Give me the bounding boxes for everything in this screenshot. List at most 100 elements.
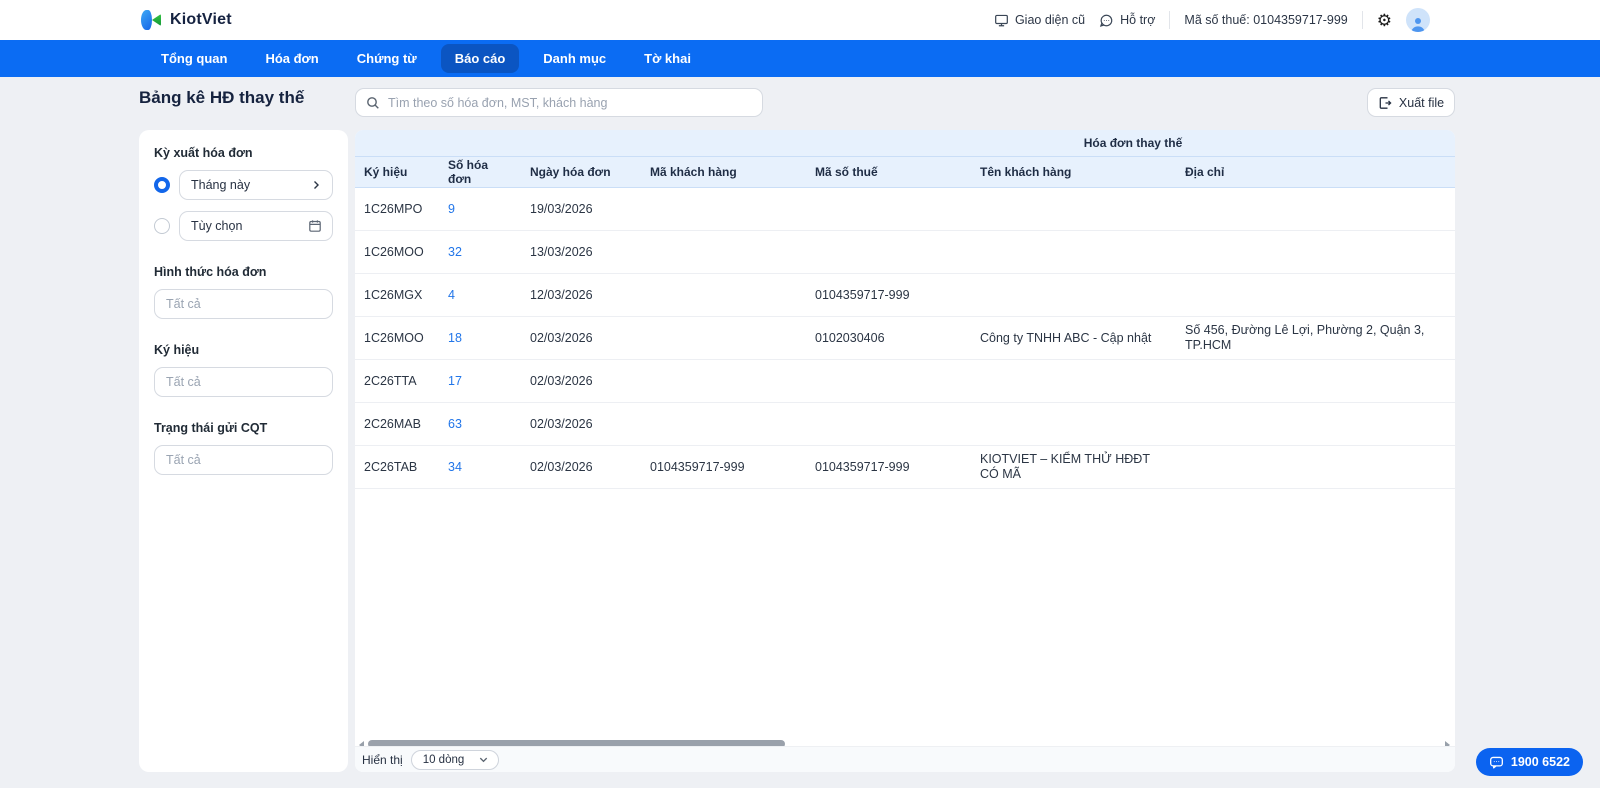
column-header-so-hoa-don: Số hóa đơn [448,158,489,186]
cell-so-hoa-don-link[interactable]: 63 [439,417,521,432]
column-header-ma-so-thue: Mã số thuế [815,165,878,179]
export-file-button[interactable]: Xuất file [1367,88,1455,117]
cqt-status-input[interactable] [154,445,333,475]
invoice-form-filter-label: Hình thức hóa đơn [154,265,267,279]
table-row[interactable]: 2C26TAB 34 02/03/2026 0104359717-999 010… [355,446,1455,489]
cell-dia-chi: Số 456, Đường Lê Lợi, Phường 2, Quận 3, … [1185,323,1425,352]
nav-item-hoa-don[interactable]: Hóa đơn [251,44,332,73]
symbol-input[interactable] [154,367,333,397]
chevron-right-icon [310,179,322,191]
brand-name: KiotViet [170,11,232,28]
cell-ngay-hoa-don: 02/03/2026 [530,459,593,474]
invoice-table: Hóa đơn thay thế Ký hiệu Số hóa đơn Ngày… [355,130,1455,772]
table-row[interactable]: 1C26MOO 18 02/03/2026 0102030406 Công ty… [355,317,1455,360]
nav-item-chung-tu[interactable]: Chứng từ [343,44,431,73]
invoice-form-input[interactable] [154,289,333,319]
cell-ma-so-thue: 0104359717-999 [815,287,910,302]
cell-so-hoa-don-link[interactable]: 9 [439,202,521,217]
table-group-header: Hóa đơn thay thế [355,130,1455,157]
cqt-status-filter-label: Trạng thái gửi CQT [154,421,268,435]
cell-ten-khach-hang: Công ty TNHH ABC - Cập nhật [980,330,1152,345]
chat-bubble-icon [1489,755,1504,770]
search-input[interactable] [388,95,752,110]
cell-ky-hieu: 2C26TAB [364,459,418,474]
cell-so-hoa-don-link[interactable]: 34 [439,460,521,475]
table-row[interactable]: 1C26MPO 9 19/03/2026 [355,188,1455,231]
period-filter-label: Kỳ xuất hóa đơn [154,146,253,160]
period-custom-selector[interactable]: Tùy chọn [179,211,333,241]
cell-ky-hieu: 1C26MPO [364,201,423,216]
hotline-number: 1900 6522 [1510,755,1570,769]
period-custom-value: Tùy chọn [191,219,243,233]
cell-ky-hieu: 1C26MOO [364,330,424,345]
table-row[interactable]: 1C26MOO 32 13/03/2026 [355,231,1455,274]
support-link[interactable]: Hỗ trợ [1099,13,1155,28]
symbol-filter-label: Ký hiệu [154,343,200,357]
settings-gear-icon[interactable]: ⚙ [1377,12,1392,29]
cell-ky-hieu: 2C26MAB [364,416,421,431]
cell-ten-khach-hang: KIOTVIET – KIỂM THỬ HĐĐT CÓ MÃ [980,452,1150,481]
cell-ngay-hoa-don: 02/03/2026 [530,416,593,431]
hotline-chat-button[interactable]: 1900 6522 [1475,748,1583,776]
column-header-ma-khach-hang: Mã khách hàng [650,165,737,179]
support-chat-icon [1099,13,1114,28]
kiotviet-logo[interactable]: KiotViet [139,8,232,32]
export-icon [1378,96,1392,110]
display-label: Hiển thị [362,752,403,767]
cell-ngay-hoa-don: 02/03/2026 [530,330,593,345]
table-row[interactable]: 2C26TTA 17 02/03/2026 [355,360,1455,403]
kiotviet-logo-icon [139,8,163,32]
page-title: Bảng kê HĐ thay thế [139,88,305,107]
cell-ngay-hoa-don: 12/03/2026 [530,287,593,302]
table-column-headers: Ký hiệu Số hóa đơn Ngày hóa đơn Mã khách… [355,157,1455,188]
nav-item-danh-muc[interactable]: Danh mục [529,44,620,73]
column-header-dia-chi: Địa chỉ [1185,165,1225,179]
table-row[interactable]: 1C26MGX 4 12/03/2026 0104359717-999 [355,274,1455,317]
tax-code: Mã số thuế: 0104359717-999 [1184,13,1348,27]
old-ui-label: Giao diện cũ [1014,13,1086,27]
cell-so-hoa-don-link[interactable]: 32 [439,245,521,260]
radio-custom-period[interactable] [154,218,170,234]
table-row[interactable]: 2C26MAB 63 02/03/2026 [355,403,1455,446]
cell-ngay-hoa-don: 02/03/2026 [530,373,593,388]
nav-item-tong-quan[interactable]: Tổng quan [147,44,241,73]
filter-sidebar: Kỳ xuất hóa đơn Tháng này Tùy chọn Hình … [139,130,348,772]
column-header-ky-hieu: Ký hiệu [364,165,408,179]
user-avatar[interactable] [1406,8,1430,32]
cell-ma-so-thue: 0104359717-999 [815,459,910,474]
old-ui-link[interactable]: Giao diện cũ [994,13,1085,28]
cell-so-hoa-don-link[interactable]: 17 [439,374,521,389]
page-size-select[interactable]: 10 dòng [410,749,500,770]
top-header: KiotViet Giao diện cũ Hỗ trợ Mã số thuế:… [0,0,1600,40]
search-icon [366,96,380,110]
column-header-ten-khach-hang: Tên khách hàng [980,165,1072,179]
calendar-icon [308,219,322,233]
period-this-month-selector[interactable]: Tháng này [179,170,333,200]
table-body: 1C26MPO 9 19/03/2026 1C26MOO 32 13/03/20… [355,188,1455,489]
divider [1169,11,1171,29]
period-this-month-value: Tháng này [191,178,251,192]
monitor-icon [994,13,1009,28]
nav-item-bao-cao[interactable]: Báo cáo [440,44,520,73]
cell-ky-hieu: 2C26TTA [364,373,417,388]
page-size-value: 10 dòng [422,753,465,766]
main-nav: Tổng quan Hóa đơn Chứng từ Báo cáo Danh … [0,40,1600,77]
cell-ky-hieu: 1C26MOO [364,244,424,259]
column-header-ngay-hoa-don: Ngày hóa đơn [530,165,611,179]
cell-ma-so-thue: 0102030406 [815,330,885,345]
app-root: KiotViet Giao diện cũ Hỗ trợ Mã số thuế:… [0,0,1600,788]
cell-so-hoa-don-link[interactable]: 18 [439,331,521,346]
cell-ky-hieu: 1C26MGX [364,287,423,302]
export-label: Xuất file [1398,95,1445,110]
table-footer: Hiển thị 10 dòng [355,746,1455,772]
cell-ma-khach-hang: 0104359717-999 [650,459,745,474]
cell-ngay-hoa-don: 13/03/2026 [530,244,593,259]
cell-so-hoa-don-link[interactable]: 4 [439,288,521,303]
radio-this-month[interactable] [154,177,170,193]
cell-ngay-hoa-don: 19/03/2026 [530,201,593,216]
support-label: Hỗ trợ [1120,13,1156,27]
nav-item-to-khai[interactable]: Tờ khai [630,44,705,73]
divider [1361,11,1363,29]
chevron-down-icon [478,754,489,765]
search-box [355,88,763,117]
